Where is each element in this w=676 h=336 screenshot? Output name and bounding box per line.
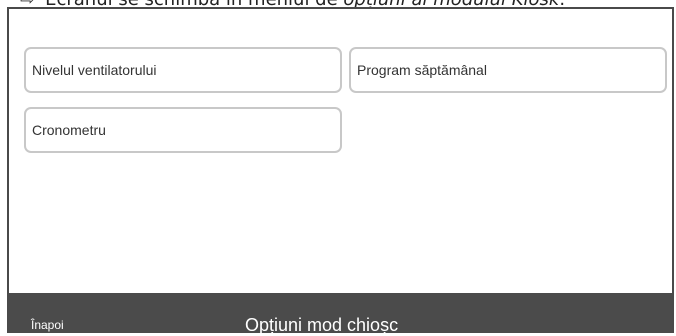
weekly-program-label: Program săptămânal — [357, 62, 487, 78]
fan-level-button[interactable]: Nivelul ventilatorului — [24, 47, 342, 93]
kiosk-screen: Nivelul ventilatorului Program săptămâna… — [7, 7, 674, 335]
weekly-program-button[interactable]: Program săptămânal — [349, 47, 667, 93]
fan-level-label: Nivelul ventilatorului — [32, 62, 157, 78]
timer-label: Cronometru — [32, 122, 106, 138]
timer-button[interactable]: Cronometru — [24, 107, 342, 153]
footer-bar: Înapoi Opțiuni mod chioșc — [9, 293, 672, 335]
back-button[interactable]: Înapoi — [31, 317, 64, 333]
